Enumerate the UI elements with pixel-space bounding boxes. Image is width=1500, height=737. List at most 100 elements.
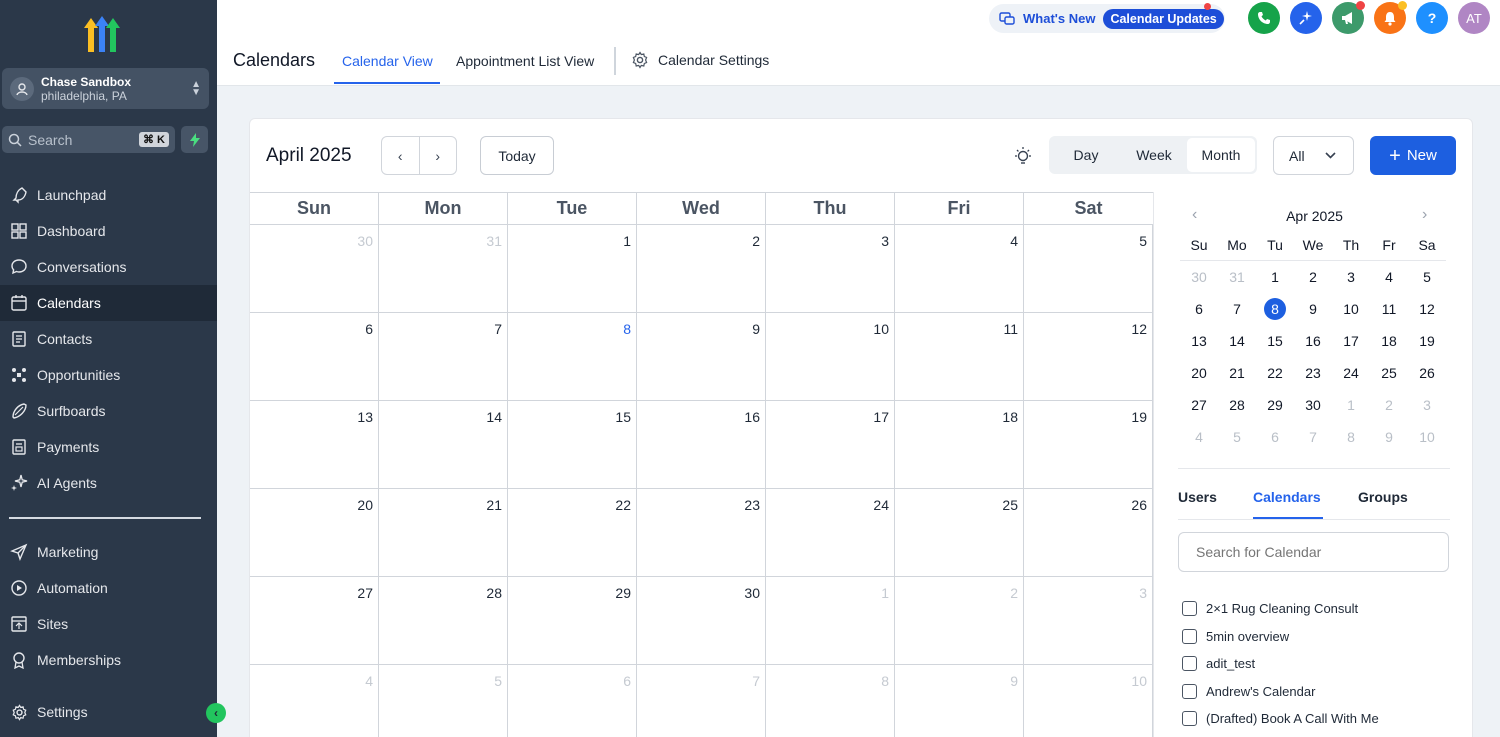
calendar-list-item[interactable]: adit_test: [1182, 650, 1462, 678]
mini-day[interactable]: 1: [1256, 261, 1294, 293]
mini-day[interactable]: 11: [1370, 293, 1408, 325]
filter-select[interactable]: All: [1273, 136, 1354, 175]
day-cell[interactable]: 15: [508, 401, 637, 488]
mini-day[interactable]: 10: [1408, 421, 1446, 453]
tab-calendar-settings[interactable]: Calendar Settings: [631, 51, 769, 69]
lightbulb-icon[interactable]: [1012, 146, 1034, 168]
calendar-checkbox[interactable]: [1182, 601, 1197, 617]
calendar-search-input[interactable]: [1178, 532, 1449, 572]
day-cell[interactable]: 4: [895, 225, 1024, 312]
day-cell[interactable]: 27: [250, 577, 379, 664]
sidebar-item-ai-agents[interactable]: AI Agents: [0, 465, 217, 501]
sidebar-item-dashboard[interactable]: Dashboard: [0, 213, 217, 249]
sidebar-item-surfboards[interactable]: Surfboards: [0, 393, 217, 429]
day-cell[interactable]: 29: [508, 577, 637, 664]
day-cell[interactable]: 3: [766, 225, 895, 312]
mini-day[interactable]: 2: [1294, 261, 1332, 293]
mini-day[interactable]: 4: [1180, 421, 1218, 453]
mini-day[interactable]: 22: [1256, 357, 1294, 389]
mini-day[interactable]: 5: [1218, 421, 1256, 453]
mini-day[interactable]: 8: [1256, 293, 1294, 325]
day-cell[interactable]: 2: [895, 577, 1024, 664]
sidebar-item-contacts[interactable]: Contacts: [0, 321, 217, 357]
day-cell[interactable]: 13: [250, 401, 379, 488]
mini-day[interactable]: 3: [1408, 389, 1446, 421]
day-cell[interactable]: 6: [250, 313, 379, 400]
mini-day[interactable]: 6: [1180, 293, 1218, 325]
calendar-updates-badge[interactable]: Calendar Updates: [1103, 8, 1224, 29]
calendar-checkbox[interactable]: [1182, 711, 1197, 727]
mini-day[interactable]: 3: [1332, 261, 1370, 293]
user-avatar[interactable]: AT: [1458, 2, 1490, 34]
day-cell[interactable]: 10: [766, 313, 895, 400]
new-button[interactable]: + New: [1370, 136, 1456, 175]
day-cell[interactable]: 10: [1024, 665, 1153, 737]
sidebar-item-opportunities[interactable]: Opportunities: [0, 357, 217, 393]
calendar-list-item[interactable]: 2×1 Rug Cleaning Consult: [1182, 595, 1462, 623]
mini-day[interactable]: 25: [1370, 357, 1408, 389]
day-cell[interactable]: 8: [508, 313, 637, 400]
mini-day[interactable]: 16: [1294, 325, 1332, 357]
day-cell[interactable]: 9: [895, 665, 1024, 737]
mini-day[interactable]: 7: [1294, 421, 1332, 453]
day-cell[interactable]: 19: [1024, 401, 1153, 488]
day-cell[interactable]: 5: [1024, 225, 1153, 312]
mini-day[interactable]: 5: [1408, 261, 1446, 293]
whats-new-pill[interactable]: What's New Calendar Updates: [989, 3, 1225, 33]
sidebar-item-payments[interactable]: Payments: [0, 429, 217, 465]
mini-day[interactable]: 30: [1294, 389, 1332, 421]
calendar-checkbox[interactable]: [1182, 656, 1197, 672]
mini-day[interactable]: 13: [1180, 325, 1218, 357]
ai-assist-button[interactable]: [1290, 2, 1322, 34]
day-cell[interactable]: 23: [637, 489, 766, 576]
day-cell[interactable]: 1: [508, 225, 637, 312]
day-cell[interactable]: 31: [379, 225, 508, 312]
quick-action-button[interactable]: [181, 126, 208, 153]
mini-next-month-button[interactable]: ›: [1422, 206, 1427, 224]
mini-day[interactable]: 30: [1180, 261, 1218, 293]
tab-calendar-view[interactable]: Calendar View: [342, 53, 433, 69]
mini-day[interactable]: 15: [1256, 325, 1294, 357]
view-day-button[interactable]: Day: [1051, 138, 1121, 172]
announcements-button[interactable]: [1332, 1, 1365, 34]
view-month-button[interactable]: Month: [1187, 138, 1255, 172]
tab-appointment-list-view[interactable]: Appointment List View: [456, 53, 594, 69]
mini-day[interactable]: 1: [1332, 389, 1370, 421]
sidebar-item-settings[interactable]: Settings: [0, 694, 217, 730]
mini-day[interactable]: 4: [1370, 261, 1408, 293]
mini-day[interactable]: 24: [1332, 357, 1370, 389]
sidebar-item-launchpad[interactable]: Launchpad: [0, 177, 217, 213]
mini-day[interactable]: 21: [1218, 357, 1256, 389]
mini-day[interactable]: 29: [1256, 389, 1294, 421]
mini-day[interactable]: 28: [1218, 389, 1256, 421]
mini-day[interactable]: 8: [1332, 421, 1370, 453]
next-month-button[interactable]: ›: [420, 137, 457, 174]
day-cell[interactable]: 2: [637, 225, 766, 312]
collapse-sidebar-button[interactable]: ‹: [206, 703, 226, 723]
today-button[interactable]: Today: [480, 136, 554, 175]
sidebar-search[interactable]: Search ⌘ K: [2, 126, 175, 153]
calendar-checkbox[interactable]: [1182, 628, 1197, 644]
calendar-list-item[interactable]: Andrew's Calendar: [1182, 678, 1462, 706]
sidebar-item-memberships[interactable]: Memberships: [0, 642, 217, 678]
day-cell[interactable]: 30: [637, 577, 766, 664]
day-cell[interactable]: 22: [508, 489, 637, 576]
mini-day[interactable]: 7: [1218, 293, 1256, 325]
day-cell[interactable]: 9: [637, 313, 766, 400]
day-cell[interactable]: 14: [379, 401, 508, 488]
mini-day[interactable]: 9: [1294, 293, 1332, 325]
day-cell[interactable]: 1: [766, 577, 895, 664]
day-cell[interactable]: 18: [895, 401, 1024, 488]
tab-users[interactable]: Users: [1178, 489, 1217, 505]
day-cell[interactable]: 26: [1024, 489, 1153, 576]
day-cell[interactable]: 3: [1024, 577, 1153, 664]
mini-day[interactable]: 17: [1332, 325, 1370, 357]
tab-calendars[interactable]: Calendars: [1253, 489, 1321, 505]
mini-day[interactable]: 19: [1408, 325, 1446, 357]
mini-day[interactable]: 18: [1370, 325, 1408, 357]
calendar-checkbox[interactable]: [1182, 683, 1197, 699]
mini-day[interactable]: 9: [1370, 421, 1408, 453]
notifications-button[interactable]: [1374, 1, 1407, 34]
mini-day[interactable]: 20: [1180, 357, 1218, 389]
sidebar-item-sites[interactable]: Sites: [0, 606, 217, 642]
